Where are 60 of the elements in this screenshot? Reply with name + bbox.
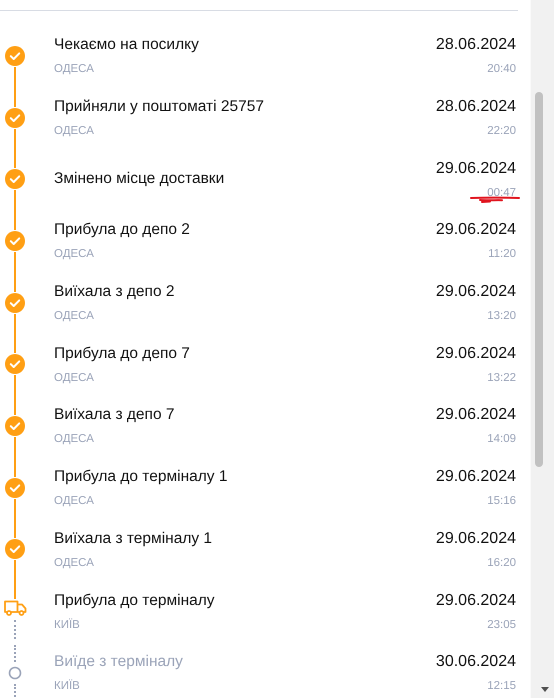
truck-icon	[4, 600, 26, 616]
event-time: 23:05	[487, 618, 516, 631]
check-circle-icon	[5, 539, 25, 560]
event-city: ОДЕСА	[54, 310, 95, 322]
event-title: Виїхала з депо 2	[54, 283, 176, 302]
event-title: Прибула до терміналу 1	[54, 468, 228, 486]
event-title: Чекаємо на посилку	[54, 36, 200, 54]
scroll-down-icon[interactable]	[541, 687, 549, 692]
check-circle-icon	[5, 292, 25, 313]
event-city: ОДЕСА	[54, 495, 95, 508]
event-date: 30.06.2024	[436, 653, 516, 672]
event-title: Виїхала з терміналу 1	[54, 530, 214, 548]
event-time: 15:16	[487, 495, 516, 508]
event-city: ОДЕСА	[54, 125, 95, 138]
event-city: ОДЕСА	[54, 372, 95, 384]
event-time: 13:22	[487, 372, 516, 384]
event-time: 22:20	[487, 125, 516, 138]
event-date: 28.06.2024	[436, 98, 516, 116]
event-time: 16:20	[487, 556, 516, 569]
event-city: ОДЕСА	[54, 248, 95, 260]
event-city: КИЇВ	[54, 680, 81, 692]
event-title: Прибула до терміналу	[54, 592, 216, 610]
scrollbar-thumb[interactable]	[535, 92, 543, 467]
event-title: Змінено місце доставки	[54, 170, 226, 188]
event-time: 00:47	[487, 186, 516, 199]
event-date: 29.06.2024	[436, 530, 516, 548]
connector-line	[14, 644, 16, 662]
scrollbar[interactable]	[530, 0, 554, 698]
check-circle-icon	[5, 169, 25, 190]
event-date: 29.06.2024	[436, 160, 516, 178]
event-title: Прийняли у поштоматі 25757	[54, 98, 265, 116]
event-time: 12:15	[487, 680, 516, 692]
event-date: 29.06.2024	[436, 406, 516, 424]
check-circle-icon	[5, 478, 25, 498]
check-circle-icon	[5, 108, 25, 128]
event-time: 13:20	[487, 310, 516, 322]
event-date: 29.06.2024	[436, 468, 516, 486]
connector-line	[14, 620, 16, 639]
check-circle-icon	[5, 416, 25, 436]
event-time: 20:40	[487, 63, 516, 76]
event-city: ОДЕСА	[54, 556, 95, 569]
event-title: Виїде з терміналу	[54, 653, 184, 672]
event-date: 28.06.2024	[436, 36, 516, 54]
check-circle-icon	[5, 354, 25, 374]
empty-circle-icon	[8, 666, 22, 680]
event-city: ОДЕСА	[54, 433, 95, 446]
event-date: 29.06.2024	[436, 221, 516, 240]
event-date: 29.06.2024	[436, 344, 516, 363]
check-circle-icon	[5, 230, 25, 251]
connector-line	[14, 684, 16, 698]
event-date: 29.06.2024	[436, 592, 516, 610]
event-date: 29.06.2024	[436, 283, 516, 302]
event-title: Прибула до депо 7	[54, 344, 191, 363]
event-city: ОДЕСА	[54, 63, 95, 76]
check-circle-icon	[5, 46, 25, 66]
event-time: 11:20	[488, 248, 516, 260]
event-title: Прибула до депо 2	[54, 221, 191, 240]
event-time: 14:09	[487, 433, 516, 446]
event-title: Виїхала з депо 7	[54, 406, 176, 424]
event-city: КИЇВ	[54, 618, 81, 631]
